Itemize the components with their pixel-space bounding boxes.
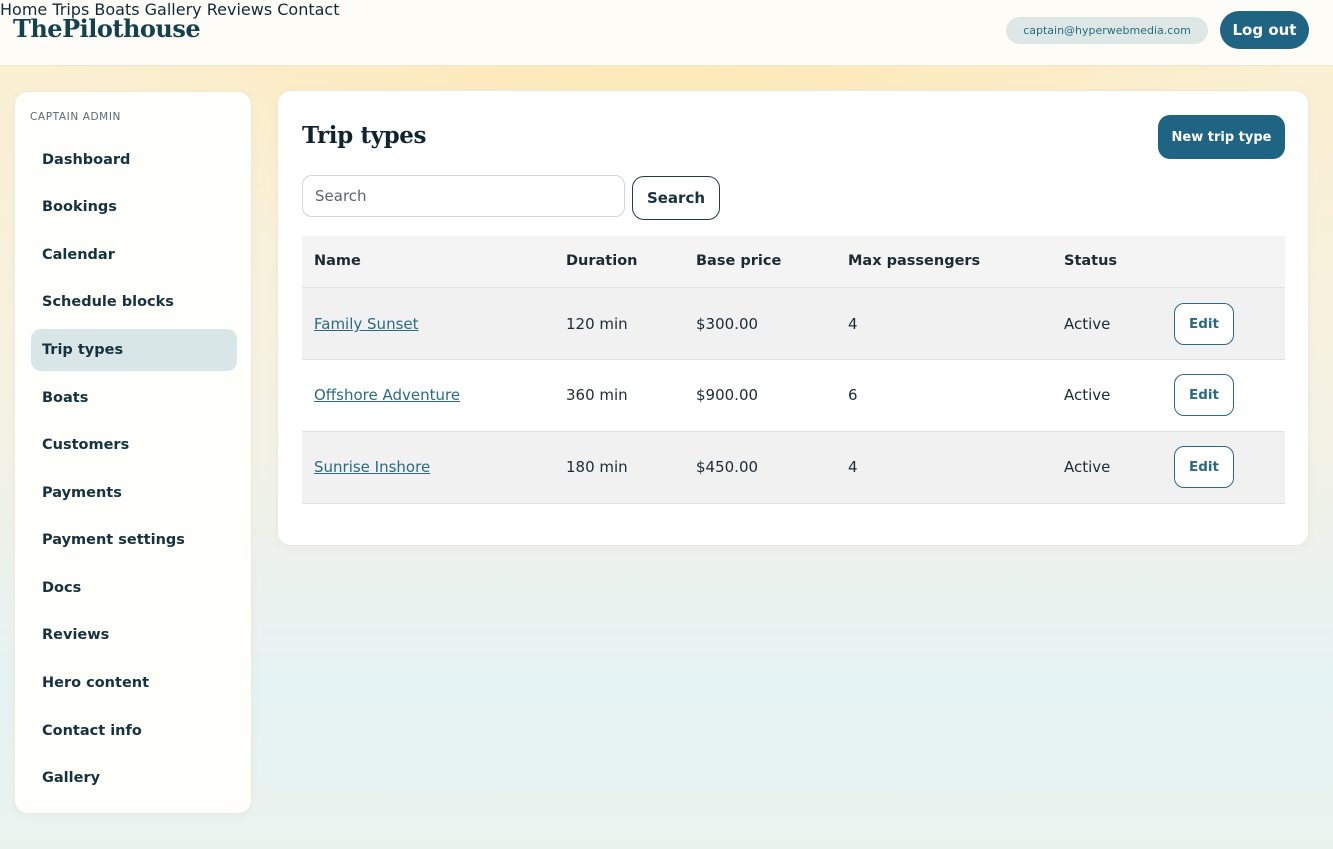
search-input[interactable] <box>302 175 625 217</box>
column-header-max-passengers: Max passengers <box>848 253 981 269</box>
sidebar-item-payment-settings[interactable]: Payment settings <box>31 519 237 561</box>
sidebar-item-reviews[interactable]: Reviews <box>31 614 237 656</box>
sidebar-item-hero-content[interactable]: Hero content <box>31 662 237 704</box>
trip-status: Active <box>1064 315 1111 333</box>
trip-duration: 360 min <box>566 386 628 404</box>
trip-base-price: $450.00 <box>696 458 759 476</box>
sidebar-item-schedule-blocks[interactable]: Schedule blocks <box>31 281 237 323</box>
trip-name-link[interactable]: Sunrise Inshore <box>314 458 430 476</box>
sidebar-item-docs[interactable]: Docs <box>31 567 237 609</box>
column-header-name: Name <box>314 253 361 269</box>
sidebar-item-customers[interactable]: Customers <box>31 424 237 466</box>
nav-link-reviews[interactable]: Reviews <box>207 0 272 19</box>
column-header-base-price: Base price <box>696 253 782 269</box>
edit-button[interactable]: Edit <box>1174 374 1234 416</box>
trip-max-passengers: 4 <box>848 315 858 333</box>
sidebar-title: CAPTAIN ADMIN <box>30 111 121 123</box>
sidebar-item-dashboard[interactable]: Dashboard <box>31 139 237 181</box>
trip-name-link[interactable]: Offshore Adventure <box>314 386 460 404</box>
page-title: Trip types <box>302 122 427 149</box>
trip-status: Active <box>1064 386 1111 404</box>
table-row: Offshore Adventure 360 min $900.00 6 Act… <box>302 360 1285 432</box>
search-button[interactable]: Search <box>632 176 720 220</box>
sidebar-item-contact-info[interactable]: Contact info <box>31 710 237 752</box>
new-trip-type-button[interactable]: New trip type <box>1158 115 1285 159</box>
user-email-badge: captain@hyperwebmedia.com <box>1006 17 1208 44</box>
trip-types-panel: Trip types New trip type Search Name Dur… <box>277 90 1309 546</box>
trip-status: Active <box>1064 458 1111 476</box>
trip-max-passengers: 4 <box>848 458 858 476</box>
column-header-status: Status <box>1064 253 1118 269</box>
admin-sidebar: CAPTAIN ADMIN Dashboard Bookings Calenda… <box>14 91 252 814</box>
trip-base-price: $900.00 <box>696 386 759 404</box>
top-navbar: ThePilothouse Home Trips Boats Gallery R… <box>0 0 1333 66</box>
sidebar-item-trip-types[interactable]: Trip types <box>31 329 237 371</box>
brand-logo[interactable]: ThePilothouse <box>13 14 201 43</box>
trip-duration: 120 min <box>566 315 628 333</box>
sidebar-item-calendar[interactable]: Calendar <box>31 234 237 276</box>
sidebar-item-boats[interactable]: Boats <box>31 377 237 419</box>
table-header: Name Duration Base price Max passengers … <box>302 236 1285 288</box>
table-row: Sunrise Inshore 180 min $450.00 4 Active… <box>302 432 1285 504</box>
trip-name-link[interactable]: Family Sunset <box>314 315 419 333</box>
edit-button[interactable]: Edit <box>1174 303 1234 345</box>
trip-base-price: $300.00 <box>696 315 759 333</box>
trip-max-passengers: 6 <box>848 386 858 404</box>
edit-button[interactable]: Edit <box>1174 446 1234 488</box>
trip-duration: 180 min <box>566 458 628 476</box>
logout-button[interactable]: Log out <box>1220 11 1309 49</box>
sidebar-item-payments[interactable]: Payments <box>31 472 237 514</box>
column-header-duration: Duration <box>566 253 638 269</box>
sidebar-item-bookings[interactable]: Bookings <box>31 186 237 228</box>
trip-types-table: Name Duration Base price Max passengers … <box>302 236 1285 504</box>
table-row: Family Sunset 120 min $300.00 4 Active E… <box>302 288 1285 360</box>
nav-link-contact[interactable]: Contact <box>277 0 339 19</box>
sidebar-item-gallery[interactable]: Gallery <box>31 757 237 799</box>
